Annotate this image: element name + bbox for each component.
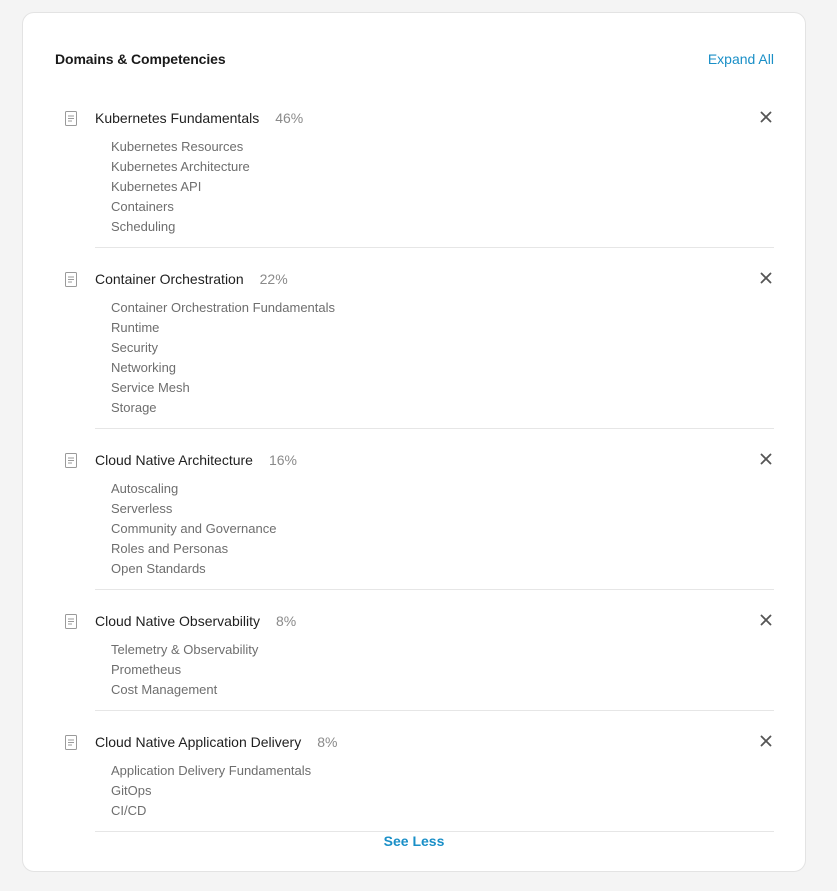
competency-item: Kubernetes API xyxy=(111,179,202,194)
document-icon xyxy=(65,272,77,287)
domain-header[interactable]: Cloud Native Observability 8% xyxy=(95,604,774,638)
domain-name: Cloud Native Application Delivery xyxy=(95,734,302,750)
domain-name: Cloud Native Observability xyxy=(95,613,260,629)
close-icon[interactable] xyxy=(760,272,772,284)
competency-item: Kubernetes Architecture xyxy=(111,159,250,174)
domains-card: Domains & Competencies Expand All Kubern… xyxy=(22,12,806,872)
competency-item: Serverless xyxy=(111,501,173,516)
domain-body: Cloud Native Application Delivery 8% App… xyxy=(95,725,774,832)
competency-item: Cost Management xyxy=(111,682,218,697)
document-icon xyxy=(65,453,77,468)
domain-name: Kubernetes Fundamentals xyxy=(95,110,260,126)
domain-percent: 8% xyxy=(317,734,338,750)
domain-item: Cloud Native Architecture 16% Autoscalin… xyxy=(55,443,774,590)
domain-name: Cloud Native Architecture xyxy=(95,452,253,468)
competency-item: GitOps xyxy=(111,783,152,798)
competency-item: CI/CD xyxy=(111,803,147,818)
competency-list: Autoscaling Serverless Community and Gov… xyxy=(95,477,774,579)
competency-item: Kubernetes Resources xyxy=(111,139,244,154)
domain-item: Cloud Native Application Delivery 8% App… xyxy=(55,725,774,832)
document-icon xyxy=(65,735,77,750)
competency-item: Security xyxy=(111,340,158,355)
domain-percent: 46% xyxy=(275,110,304,126)
domain-percent: 8% xyxy=(275,613,297,629)
domain-name: Container Orchestration xyxy=(95,271,244,287)
document-icon xyxy=(65,111,77,126)
competency-item: Container Orchestration Fundamentals xyxy=(111,300,336,315)
competency-item: Autoscaling xyxy=(111,481,179,496)
competency-item: Open Standards xyxy=(111,561,206,576)
competency-list: Application Delivery Fundamentals GitOps… xyxy=(95,759,774,821)
competency-item: Runtime xyxy=(111,320,160,335)
competency-item: Roles and Personas xyxy=(111,541,229,556)
competency-item: Service Mesh xyxy=(111,380,190,395)
competency-item: Containers xyxy=(111,199,174,214)
close-icon[interactable] xyxy=(760,614,772,626)
domain-list: Kubernetes Fundamentals 46% Kubernetes R… xyxy=(55,101,774,832)
competency-item: Storage xyxy=(111,400,157,415)
domain-body: Container Orchestration 22% Container Or… xyxy=(95,262,774,429)
domain-header[interactable]: Cloud Native Application Delivery 8% xyxy=(95,725,774,759)
see-less-button[interactable]: See Less xyxy=(23,833,805,849)
competency-list: Telemetry & Observability Prometheus Cos… xyxy=(95,638,774,700)
domain-item: Cloud Native Observability 8% Telemetry … xyxy=(55,604,774,711)
domain-header[interactable]: Container Orchestration 22% xyxy=(95,262,774,296)
competency-list: Container Orchestration Fundamentals Run… xyxy=(95,296,774,418)
card-title: Domains & Competencies xyxy=(55,51,226,67)
close-icon[interactable] xyxy=(760,453,772,465)
card-header: Domains & Competencies Expand All xyxy=(55,49,774,69)
domain-item: Kubernetes Fundamentals 46% Kubernetes R… xyxy=(55,101,774,248)
domain-header[interactable]: Kubernetes Fundamentals 46% xyxy=(95,101,774,135)
document-icon xyxy=(65,614,77,629)
domain-percent: 22% xyxy=(259,271,288,287)
competency-item: Prometheus xyxy=(111,662,182,677)
domain-percent: 16% xyxy=(268,452,297,468)
domain-body: Kubernetes Fundamentals 46% Kubernetes R… xyxy=(95,101,774,248)
competency-item: Scheduling xyxy=(111,219,176,234)
close-icon[interactable] xyxy=(760,735,772,747)
domain-body: Cloud Native Observability 8% Telemetry … xyxy=(95,604,774,711)
competency-list: Kubernetes Resources Kubernetes Architec… xyxy=(95,135,774,237)
competency-item: Telemetry & Observability xyxy=(111,642,259,657)
competency-item: Networking xyxy=(111,360,177,375)
domain-header[interactable]: Cloud Native Architecture 16% xyxy=(95,443,774,477)
competency-item: Application Delivery Fundamentals xyxy=(111,763,312,778)
expand-all-link[interactable]: Expand All xyxy=(708,51,774,67)
competency-item: Community and Governance xyxy=(111,521,277,536)
close-icon[interactable] xyxy=(760,111,772,123)
domain-item: Container Orchestration 22% Container Or… xyxy=(55,262,774,429)
domain-body: Cloud Native Architecture 16% Autoscalin… xyxy=(95,443,774,590)
